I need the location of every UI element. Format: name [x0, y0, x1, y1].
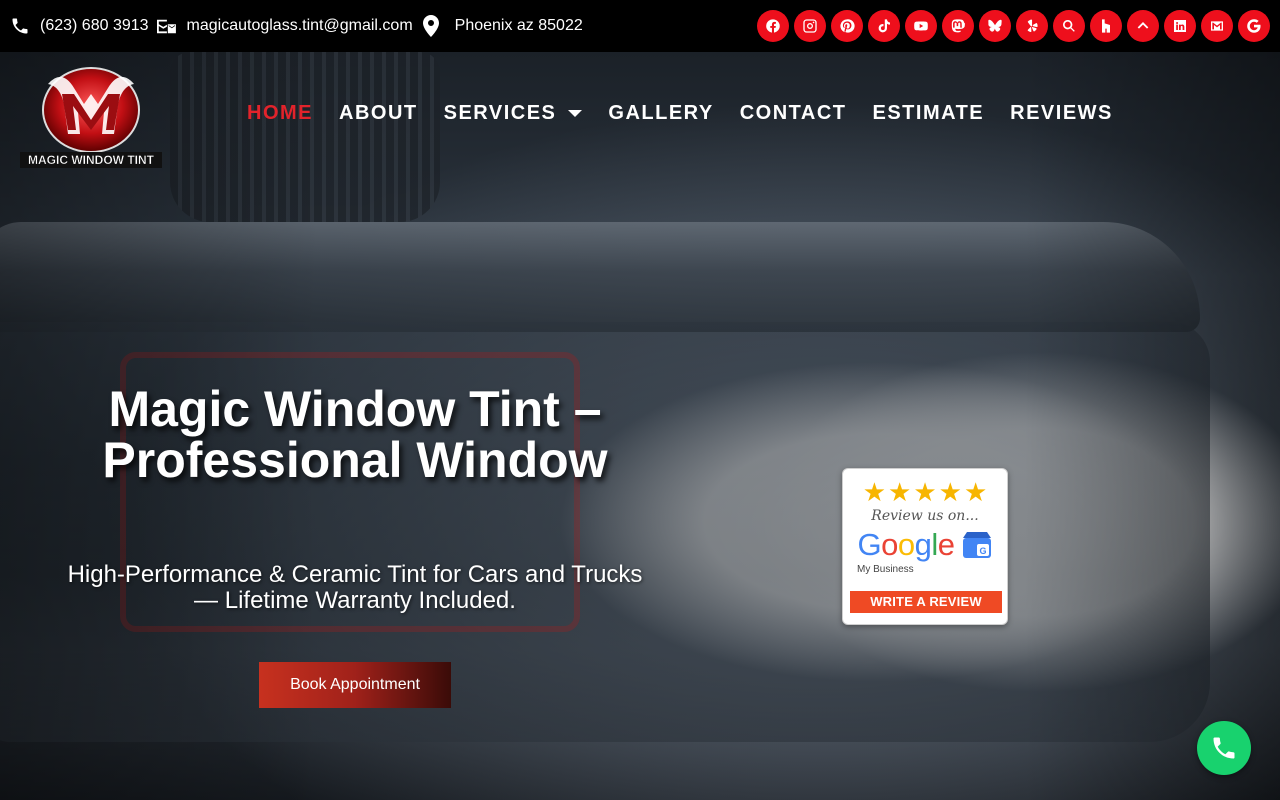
bluesky-button[interactable]	[979, 10, 1011, 42]
mastodon-button[interactable]	[942, 10, 974, 42]
email-address: magicautoglass.tint@gmail.com	[186, 17, 413, 34]
location-text: Phoenix az 85022	[454, 17, 583, 34]
nav-about[interactable]: ABOUT	[339, 102, 418, 125]
hero-title: Magic Window Tint – Professional Window	[102, 381, 608, 488]
nav-services-label: SERVICES	[443, 102, 557, 124]
nav-home[interactable]: HOME	[247, 102, 313, 125]
five-star-rating: ★ ★ ★ ★ ★	[843, 479, 1007, 505]
instagram-button[interactable]	[794, 10, 826, 42]
floating-call-button[interactable]	[1197, 721, 1251, 775]
google-review-badge[interactable]: ★ ★ ★ ★ ★ Review us on... Google G My Bu…	[842, 468, 1008, 625]
svg-text:G: G	[979, 546, 986, 556]
star-icon: ★	[862, 477, 887, 507]
magic-window-tint-logo-icon: MAGIC WINDOW TINT	[20, 67, 162, 168]
nav-gallery[interactable]: GALLERY	[608, 102, 713, 125]
upward-icon	[1137, 22, 1149, 29]
houzz-button[interactable]	[1090, 10, 1122, 42]
linkedin-button[interactable]	[1164, 10, 1196, 42]
phone-icon	[1213, 737, 1235, 759]
search-icon	[1063, 20, 1075, 32]
book-appointment-button[interactable]: Book Appointment	[259, 662, 451, 708]
search-button[interactable]	[1053, 10, 1085, 42]
tiktok-icon	[878, 19, 890, 33]
pinterest-icon	[840, 19, 855, 33]
phone-number: (623) 680 3913	[40, 17, 149, 34]
star-icon: ★	[913, 477, 937, 507]
facebook-button[interactable]	[757, 10, 789, 42]
caret-down-icon	[568, 110, 583, 117]
write-review-button[interactable]: WRITE A REVIEW	[850, 591, 1002, 613]
google-button[interactable]	[1238, 10, 1270, 42]
phone-link[interactable]: (623) 680 3913	[10, 16, 149, 36]
hero-subtitle: High-Performance & Ceramic Tint for Cars…	[67, 561, 643, 614]
youtube-icon	[914, 21, 928, 31]
contact-info: (623) 680 3913 magicautoglass.tint@gmail…	[10, 15, 589, 37]
nav-estimate[interactable]: ESTIMATE	[873, 102, 985, 125]
review-us-on-text: Review us on...	[871, 508, 979, 524]
instagram-icon	[803, 19, 817, 33]
gmail-button[interactable]	[1201, 10, 1233, 42]
social-links	[752, 10, 1270, 42]
map-pin-icon	[422, 15, 439, 37]
site-logo[interactable]: MAGIC WINDOW TINT	[18, 64, 164, 172]
star-icon: ★	[938, 477, 962, 507]
google-my-business-icon: G	[962, 532, 991, 558]
star-icon: ★	[888, 477, 912, 507]
gmail-icon	[1211, 21, 1223, 31]
pinterest-button[interactable]	[831, 10, 863, 42]
tiktok-button[interactable]	[868, 10, 900, 42]
star-icon: ★	[963, 477, 988, 507]
linkedin-icon	[1174, 20, 1186, 32]
google-icon	[1247, 19, 1261, 33]
logo-wordmark: MAGIC WINDOW TINT	[28, 153, 155, 167]
top-contact-bar: (623) 680 3913 magicautoglass.tint@gmail…	[0, 0, 1280, 52]
my-business-text: My Business	[857, 564, 914, 575]
youtube-button[interactable]	[905, 10, 937, 42]
yelp-button[interactable]	[1016, 10, 1048, 42]
facebook-icon	[766, 19, 780, 33]
mastodon-icon	[951, 19, 965, 33]
google-logo-icon: Google	[857, 527, 955, 562]
main-nav: HOME ABOUT SERVICES GALLERY CONTACT ESTI…	[247, 102, 1139, 125]
mail-icon	[156, 19, 176, 34]
houzz-icon	[1102, 19, 1110, 33]
upward-button[interactable]	[1127, 10, 1159, 42]
nav-reviews[interactable]: REVIEWS	[1010, 102, 1113, 125]
yelp-icon	[1027, 19, 1038, 33]
location-link[interactable]: Phoenix az 85022	[419, 15, 583, 37]
nav-contact[interactable]: CONTACT	[740, 102, 847, 125]
email-link[interactable]: magicautoglass.tint@gmail.com	[155, 17, 413, 35]
bluesky-icon	[988, 19, 1002, 32]
phone-icon	[12, 18, 28, 34]
nav-services[interactable]: SERVICES	[444, 102, 583, 125]
google-logo-row: Google G	[843, 528, 1007, 562]
